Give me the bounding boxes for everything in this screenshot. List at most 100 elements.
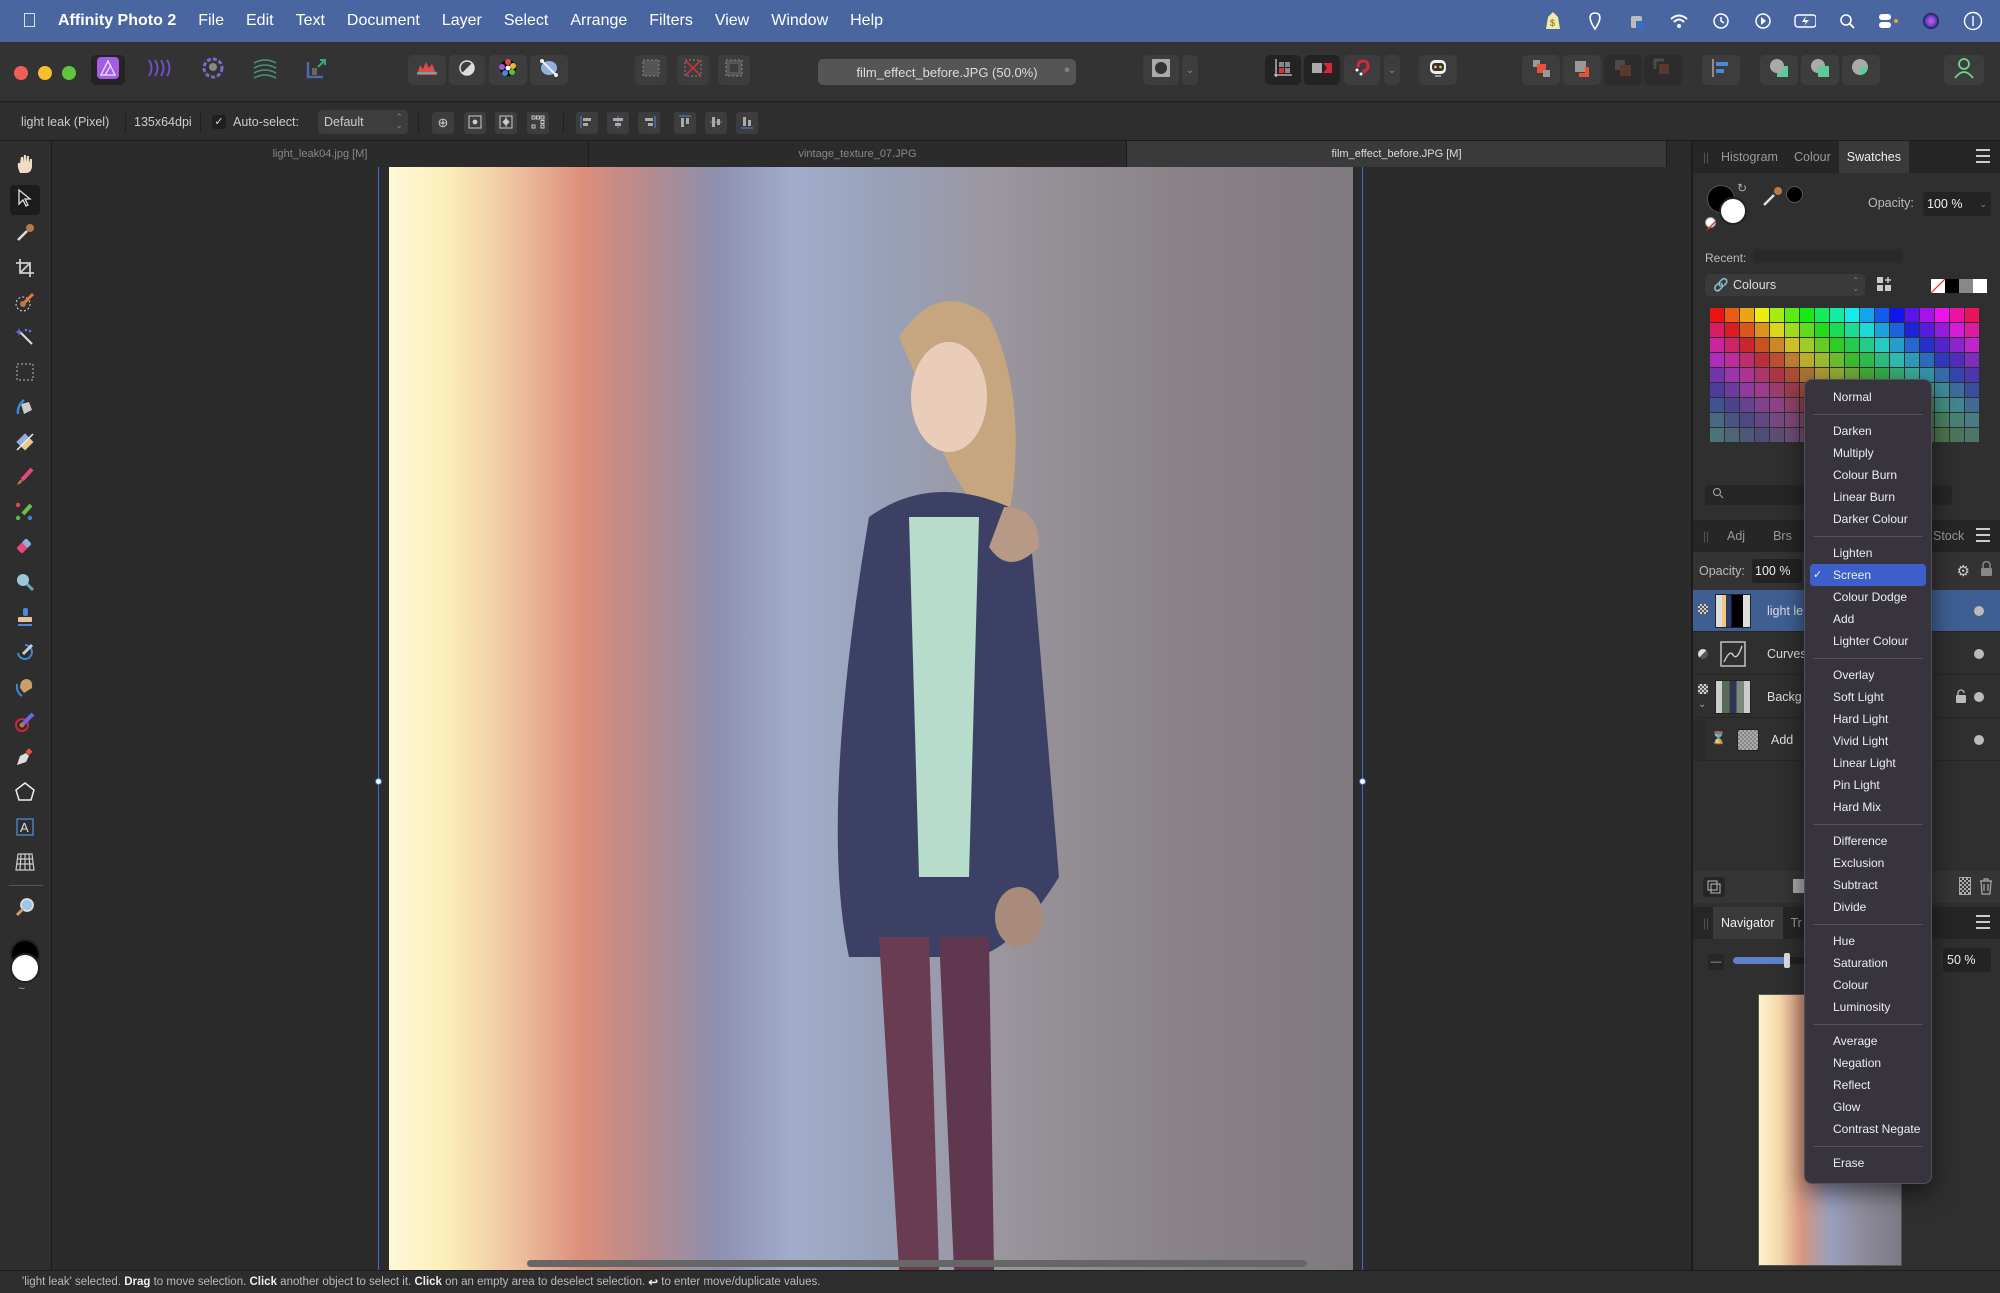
swatch-cell[interactable]: [1860, 323, 1874, 337]
tab-brushes[interactable]: Brs: [1759, 520, 1806, 552]
distribute-button[interactable]: [527, 112, 549, 134]
zoom-value-field[interactable]: 50 %: [1943, 948, 1991, 972]
blend-mode-luminosity[interactable]: Luminosity: [1810, 996, 1926, 1018]
swatch-cell[interactable]: [1905, 338, 1919, 352]
resize-handle-right[interactable]: [1359, 778, 1366, 785]
swatch-cell[interactable]: [1875, 323, 1889, 337]
swatch-cell[interactable]: [1755, 398, 1769, 412]
blend-mode-divide[interactable]: Divide: [1810, 896, 1926, 918]
assistant-toggle-button[interactable]: [1304, 55, 1340, 85]
swatch-cell[interactable]: [1815, 338, 1829, 352]
add-pixel-layer-button[interactable]: [1959, 877, 1971, 895]
selection-brush-tool[interactable]: [10, 289, 40, 319]
align-top-button[interactable]: [674, 112, 696, 134]
swatch-cell[interactable]: [1785, 413, 1799, 427]
alignment-button[interactable]: [1702, 55, 1740, 85]
menu-edit[interactable]: Edit: [246, 12, 274, 30]
menu-filters[interactable]: Filters: [649, 12, 693, 30]
layer-lock-icon[interactable]: [1956, 689, 1966, 706]
swatch-cell[interactable]: [1725, 338, 1739, 352]
horizontal-scrollbar[interactable]: [527, 1260, 1307, 1267]
swatch-cell[interactable]: [1725, 398, 1739, 412]
blend-mode-erase[interactable]: Erase: [1810, 1152, 1926, 1174]
clone-tool[interactable]: [10, 604, 40, 634]
swatch-cell[interactable]: [1845, 323, 1859, 337]
swatch-cell[interactable]: [1755, 308, 1769, 322]
transform-origin-button[interactable]: ⊕: [432, 112, 454, 134]
doc-tab-film-effect[interactable]: film_effect_before.JPG [M]: [1127, 141, 1667, 167]
swatch-cell[interactable]: [1770, 428, 1784, 442]
blend-mode-contrast-negate[interactable]: Contrast Negate: [1810, 1118, 1926, 1140]
visibility-dot[interactable]: [1974, 692, 1984, 702]
blend-mode-hard-light[interactable]: Hard Light: [1810, 708, 1926, 730]
swatch-cell[interactable]: [1950, 338, 1964, 352]
blend-mode-negation[interactable]: Negation: [1810, 1052, 1926, 1074]
auto-select-dropdown[interactable]: Default ⌃ ⌄: [318, 110, 408, 134]
layer-opacity-field[interactable]: 100 %: [1752, 559, 1802, 583]
swatch-cell[interactable]: [1815, 323, 1829, 337]
hsl-button[interactable]: [489, 55, 527, 85]
blend-mode-colour-dodge[interactable]: Colour Dodge: [1810, 586, 1926, 608]
tone-mapping-persona-button[interactable]: [248, 55, 282, 85]
swatch-cell[interactable]: [1785, 353, 1799, 367]
menu-view[interactable]: View: [715, 12, 749, 30]
blend-mode-hard-mix[interactable]: Hard Mix: [1810, 796, 1926, 818]
blend-mode-add[interactable]: Add: [1810, 608, 1926, 630]
quick-mask-button[interactable]: [1143, 55, 1179, 85]
swatch-cell[interactable]: [1950, 383, 1964, 397]
export-persona-button[interactable]: [300, 55, 334, 85]
flood-fill-tool[interactable]: [10, 394, 40, 424]
blend-mode-lighten[interactable]: Lighten: [1810, 542, 1926, 564]
swatch-cell[interactable]: [1935, 338, 1949, 352]
blend-mode-soft-light[interactable]: Soft Light: [1810, 686, 1926, 708]
swatch-cell[interactable]: [1965, 413, 1979, 427]
colour-picker-tool[interactable]: [10, 220, 40, 250]
swatch-cell[interactable]: [1950, 413, 1964, 427]
gear-icon[interactable]: ⚙: [1957, 562, 1970, 580]
swatch-cell[interactable]: [1965, 428, 1979, 442]
swatch-cell[interactable]: [1965, 398, 1979, 412]
show-bounding-box-button[interactable]: [464, 112, 486, 134]
paint-mixer-tool[interactable]: [10, 709, 40, 739]
swatch-cell[interactable]: [1755, 413, 1769, 427]
swatch-cell[interactable]: [1755, 323, 1769, 337]
wifi-icon[interactable]: [1668, 10, 1690, 32]
align-right-button[interactable]: [638, 112, 660, 134]
pen-tool[interactable]: [10, 744, 40, 774]
crop-tool[interactable]: [10, 255, 40, 285]
swatch-cell[interactable]: [1965, 368, 1979, 382]
blend-mode-glow[interactable]: Glow: [1810, 1096, 1926, 1118]
fill-stroke-selector[interactable]: ↻: [1705, 181, 1749, 231]
boolean-add-button[interactable]: [1760, 55, 1798, 85]
move-to-front-button[interactable]: [1522, 55, 1560, 85]
marquee-tool[interactable]: [10, 359, 40, 389]
swatch-cell[interactable]: [1740, 368, 1754, 382]
blend-mode-darker-colour[interactable]: Darker Colour: [1810, 508, 1926, 530]
auto-select-checkbox[interactable]: ✓ Auto-select:: [212, 103, 299, 141]
trash-icon[interactable]: [1979, 877, 1993, 900]
boolean-intersect-button[interactable]: [1842, 55, 1880, 85]
swatch-cell[interactable]: [1935, 353, 1949, 367]
swatch-cell[interactable]: [1785, 338, 1799, 352]
blend-mode-screen[interactable]: ✓ Screen: [1810, 564, 1926, 586]
menu-file[interactable]: File: [198, 12, 224, 30]
colour-selector[interactable]: ∼: [8, 939, 44, 993]
swatch-cell[interactable]: [1875, 308, 1889, 322]
snapping-dropdown[interactable]: ⌄: [1384, 55, 1400, 85]
swatch-cell[interactable]: [1860, 308, 1874, 322]
swatch-cell[interactable]: [1845, 338, 1859, 352]
swatch-cell[interactable]: [1755, 338, 1769, 352]
tab-histogram[interactable]: Histogram: [1713, 141, 1786, 173]
blend-mode-linear-light[interactable]: Linear Light: [1810, 752, 1926, 774]
swatch-cell[interactable]: [1710, 308, 1724, 322]
swap-colours-icon[interactable]: ∼: [18, 983, 26, 994]
swap-arrow-icon[interactable]: ↻: [1737, 181, 1747, 195]
photo-image[interactable]: [389, 167, 1353, 1270]
move-tool[interactable]: [10, 185, 40, 215]
swatch-cell[interactable]: [1785, 323, 1799, 337]
swatch-cell[interactable]: [1725, 323, 1739, 337]
location-shield-icon[interactable]: [1584, 10, 1606, 32]
swatch-cell[interactable]: [1770, 308, 1784, 322]
resize-handle-left[interactable]: [375, 778, 382, 785]
boolean-subtract-button[interactable]: [1801, 55, 1839, 85]
